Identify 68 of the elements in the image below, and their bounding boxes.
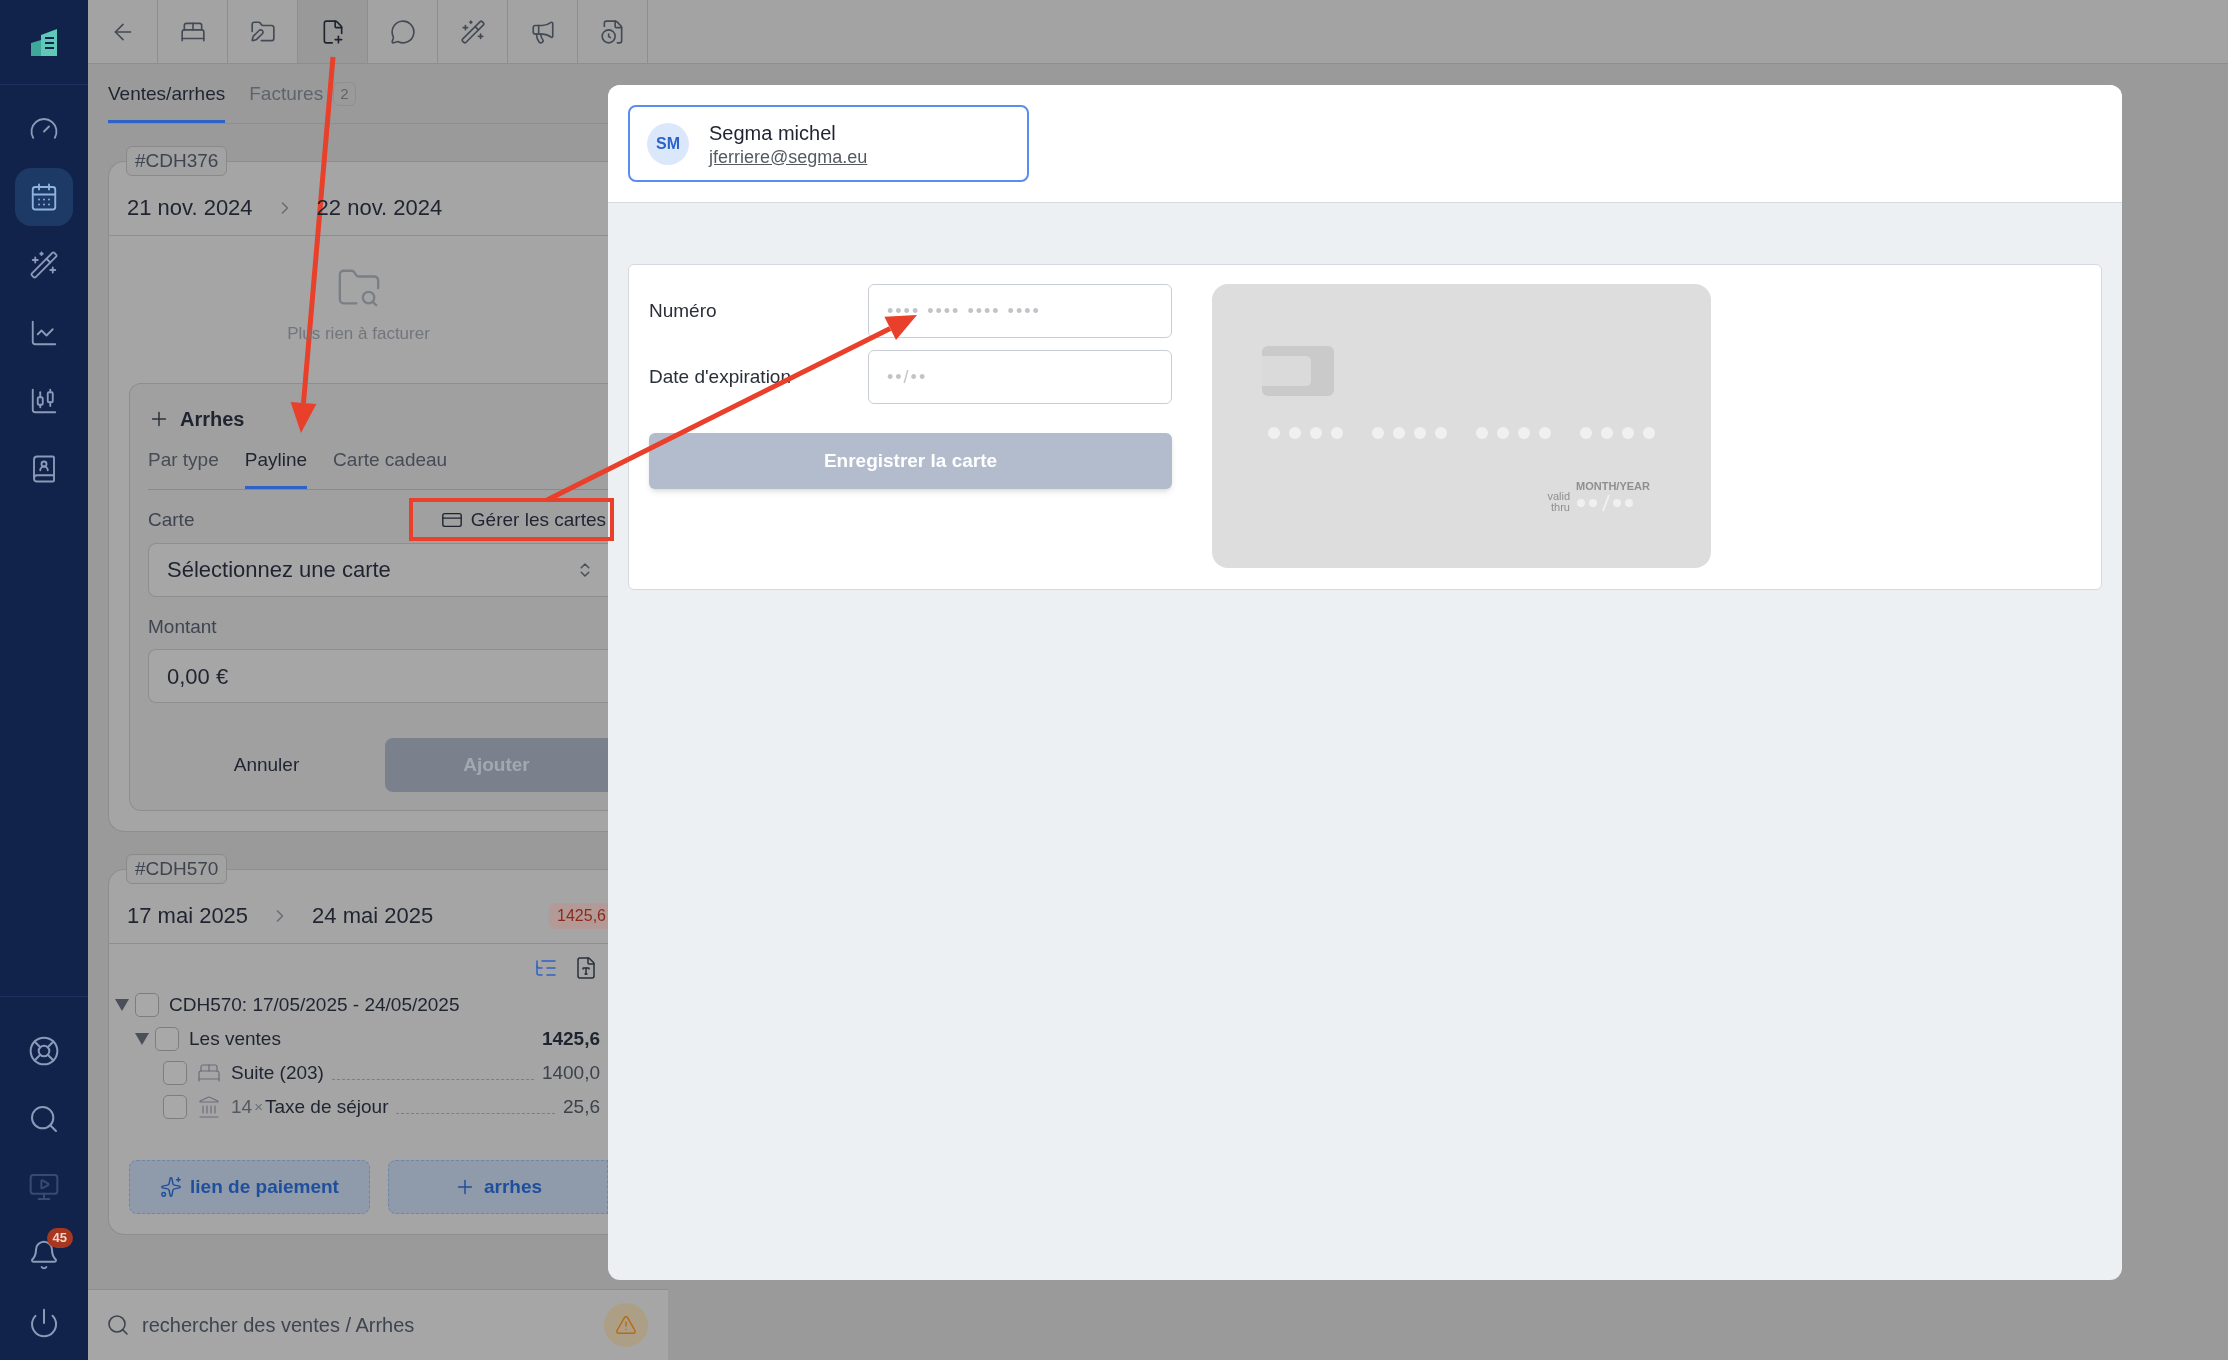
magic-wand-icon <box>29 250 59 280</box>
cancel-button[interactable]: Annuler <box>148 738 385 792</box>
count-badge: 2 <box>333 81 356 106</box>
payment-tab[interactable]: Par type <box>148 445 219 489</box>
checkbox[interactable] <box>135 993 159 1017</box>
field-label: Numéro <box>649 298 718 323</box>
bank-icon <box>197 1095 221 1119</box>
chat-bubble-icon <box>389 18 416 45</box>
field-label: Date d'expiration <box>649 364 792 389</box>
valid-thru-label: valid thru <box>1546 491 1570 513</box>
notification-badge: 45 <box>46 1228 73 1248</box>
add-deposit-button[interactable]: arrhes <box>388 1160 608 1214</box>
caret-icon[interactable] <box>135 1033 149 1045</box>
power-icon <box>28 1307 60 1339</box>
line-item-label: Taxe de séjour <box>264 1094 389 1119</box>
search-field[interactable]: rechercher des ventes / Arrhes <box>88 1289 668 1360</box>
start-date: 21 nov. 2024 <box>127 194 253 222</box>
sparkles-icon <box>160 1176 183 1198</box>
megaphone-icon <box>529 18 556 45</box>
contact-email[interactable]: jferriere@segma.eu <box>709 145 868 168</box>
start-date: 17 mai 2025 <box>127 902 249 930</box>
tab[interactable]: Ventes/arrhes <box>108 79 226 123</box>
document-icon[interactable] <box>574 956 598 980</box>
search-icon <box>106 1313 130 1337</box>
checkbox[interactable] <box>155 1027 179 1051</box>
quantity-text: 14 <box>231 1094 253 1119</box>
checkbox[interactable] <box>163 1095 187 1119</box>
select-placeholder: Sélectionnez une carte <box>167 556 392 584</box>
card-select[interactable]: Sélectionnez une carte <box>148 542 608 597</box>
input-field[interactable]: •••• •••• •••• •••• <box>868 284 1172 338</box>
payment-tab[interactable]: Payline <box>244 445 308 489</box>
line-item-amount: 1400,0 <box>541 1060 600 1085</box>
contact-name: Segma michel <box>709 120 837 146</box>
booking-tag: #CDH570 <box>126 854 228 884</box>
calendar-icon <box>29 182 59 212</box>
monitor-play-icon <box>28 1171 60 1203</box>
sidebar-item[interactable]: 45 <box>15 1226 73 1284</box>
multiply-sign: × <box>254 1096 263 1117</box>
magic-wand-icon <box>459 18 486 45</box>
field-label: Montant <box>148 614 218 639</box>
payment-tab[interactable]: Carte cadeau <box>333 445 448 489</box>
line-chart-icon <box>29 318 59 348</box>
line-item-label: Suite (203) <box>231 1060 324 1085</box>
amount-badge: 1425,6 <box>549 902 608 929</box>
lifebuoy-icon <box>28 1035 60 1067</box>
search-icon <box>28 1103 60 1135</box>
caret-icon[interactable] <box>115 999 129 1011</box>
candlestick-chart-icon <box>29 386 59 416</box>
tree-row-label: Les ventes <box>189 1026 281 1051</box>
contact-chip[interactable]: SM Segma michel jferriere@segma.eu <box>628 105 1029 182</box>
tree-row-label: CDH570: 17/05/2025 - 24/05/2025 <box>169 992 460 1017</box>
search-input[interactable]: rechercher des ventes / Arrhes <box>142 1310 604 1340</box>
manage-cards-link[interactable]: Gérer les cartes <box>440 506 608 535</box>
avatar-initials: SM <box>647 122 689 165</box>
end-date: 24 mai 2025 <box>312 902 434 930</box>
form-title: Arrhes <box>180 406 245 432</box>
line-item-amount: 25,6 <box>563 1094 600 1119</box>
sidebar-item[interactable] <box>15 168 73 226</box>
warning-icon <box>615 1314 637 1336</box>
amount-field[interactable]: 0,00 € <box>148 649 608 703</box>
booking-tag: #CDH376 <box>126 146 228 176</box>
checkbox[interactable] <box>163 1061 187 1085</box>
expiry-caption: MONTH/YEAR <box>1576 480 1650 493</box>
input-field[interactable]: ••/•• <box>868 350 1172 404</box>
toolbar-button[interactable] <box>298 0 368 63</box>
tree-row-amount: 1425,6 <box>541 1026 600 1051</box>
payment-link-button[interactable]: lien de paiement <box>129 1160 370 1214</box>
field-label: Carte <box>148 508 195 532</box>
